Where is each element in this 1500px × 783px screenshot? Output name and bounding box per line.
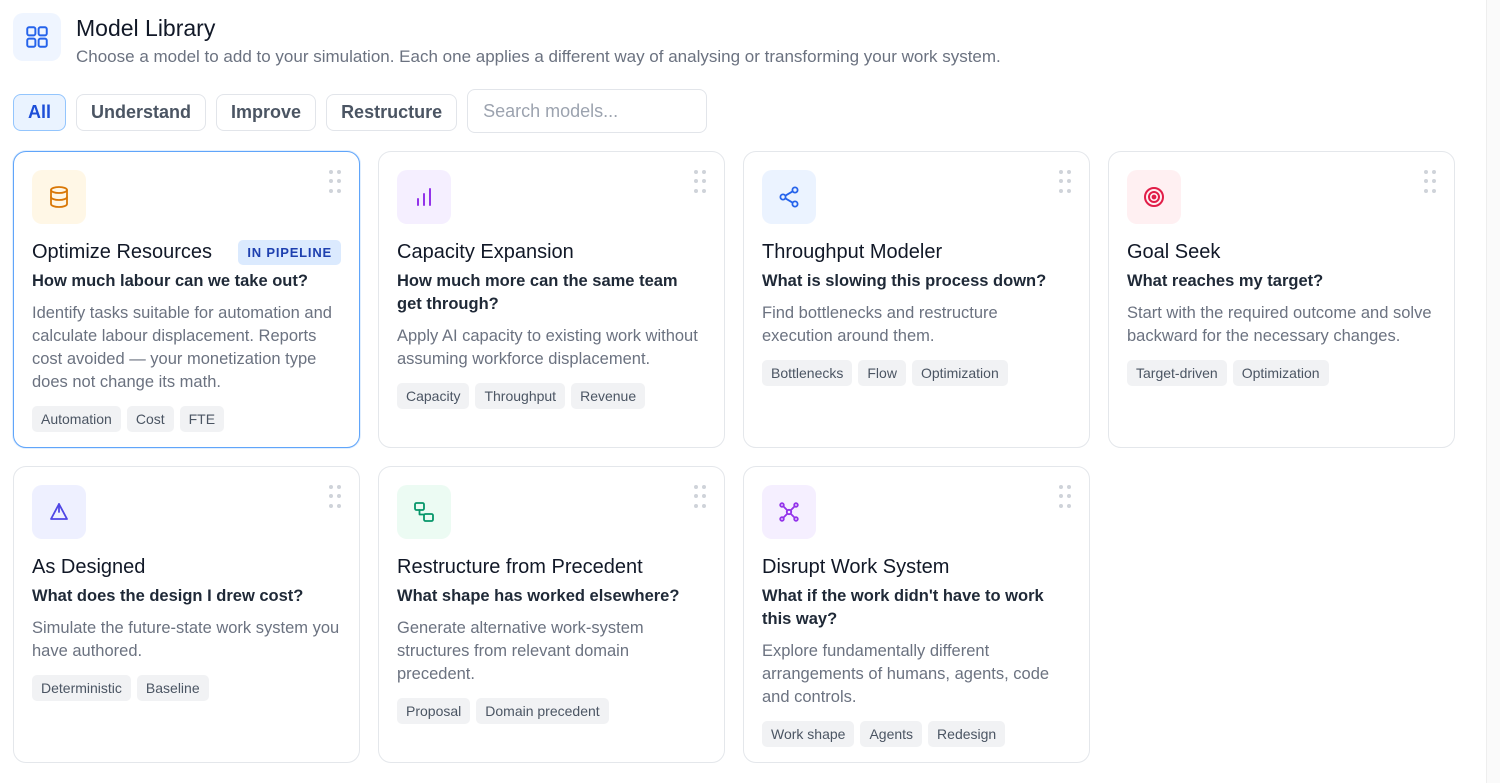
card-title: Restructure from Precedent xyxy=(397,556,643,578)
tag: Redesign xyxy=(928,721,1006,747)
model-grid: Optimize Resources IN PIPELINE How much … xyxy=(13,151,1455,763)
database-icon xyxy=(50,186,68,208)
pen-tool-icon xyxy=(50,503,68,520)
card-tags: Bottlenecks Flow Optimization xyxy=(762,360,1071,392)
tag: Optimization xyxy=(1232,360,1329,386)
card-tags: Work shape Agents Redesign xyxy=(762,721,1071,753)
card-tags: Proposal Domain precedent xyxy=(397,698,706,730)
tag: Baseline xyxy=(136,675,209,701)
bar-chart-icon xyxy=(417,188,431,206)
page-title: Model Library xyxy=(76,15,216,41)
card-tags: Target-driven Optimization xyxy=(1127,360,1436,392)
card-description: Simulate the future-state work system yo… xyxy=(32,619,340,660)
card-title-row: Disrupt Work System xyxy=(762,554,1071,580)
header-text: Model Library Choose a model to add to y… xyxy=(76,13,1001,68)
drag-handle-icon[interactable] xyxy=(694,485,706,509)
card-title-row: As Designed xyxy=(32,554,341,580)
card-description: Explore fundamentally different arrangem… xyxy=(762,642,1050,706)
card-title: As Designed xyxy=(32,556,146,578)
tag: FTE xyxy=(179,406,225,432)
drag-handle-icon[interactable] xyxy=(329,170,341,194)
card-icon-container xyxy=(397,170,451,224)
target-icon xyxy=(1144,187,1164,207)
card-icon-container xyxy=(762,170,816,224)
share-icon xyxy=(779,186,799,208)
tag: Agents xyxy=(860,721,923,747)
card-icon-container xyxy=(1127,170,1181,224)
page-scrollbar[interactable] xyxy=(1486,0,1500,783)
tag: Throughput xyxy=(475,383,566,409)
card-title: Goal Seek xyxy=(1127,241,1221,263)
card-icon-container xyxy=(397,485,451,539)
tag: Capacity xyxy=(397,383,470,409)
card-tags: Automation Cost FTE xyxy=(32,406,341,438)
tag: Flow xyxy=(858,360,906,386)
card-question: What if the work didn't have to work thi… xyxy=(762,587,1044,628)
tag: Domain precedent xyxy=(476,698,609,724)
model-card-goal-seek[interactable]: Goal Seek What reaches my target? Start … xyxy=(1108,151,1455,448)
card-tags: Deterministic Baseline xyxy=(32,675,341,707)
card-title-row: Capacity Expansion xyxy=(397,239,706,265)
workflow-icon xyxy=(414,502,434,522)
tag: Deterministic xyxy=(32,675,131,701)
card-description: Identify tasks suitable for automation a… xyxy=(32,304,332,391)
filter-chip-restructure[interactable]: Restructure xyxy=(326,94,458,131)
model-card-capacity-expansion[interactable]: Capacity Expansion How much more can the… xyxy=(378,151,725,448)
tag: Proposal xyxy=(397,698,471,724)
card-description: Generate alternative work-system structu… xyxy=(397,619,644,683)
model-card-restructure-from-precedent[interactable]: Restructure from Precedent What shape ha… xyxy=(378,466,725,763)
card-title-row: Goal Seek xyxy=(1127,239,1436,265)
card-question: How much more can the same team get thro… xyxy=(397,272,678,313)
model-card-as-designed[interactable]: As Designed What does the design I drew … xyxy=(13,466,360,763)
card-question: What reaches my target? xyxy=(1127,272,1324,290)
tag: Optimization xyxy=(911,360,1008,386)
card-question: What shape has worked elsewhere? xyxy=(397,587,680,605)
model-card-disrupt-work-system[interactable]: Disrupt Work System What if the work did… xyxy=(743,466,1090,763)
card-title: Disrupt Work System xyxy=(762,556,950,578)
card-question: How much labour can we take out? xyxy=(32,272,308,290)
card-icon-container xyxy=(32,170,86,224)
tag: Bottlenecks xyxy=(762,360,853,386)
card-title-row: Restructure from Precedent xyxy=(397,554,706,580)
card-question: What is slowing this process down? xyxy=(762,272,1047,290)
card-description: Apply AI capacity to existing work witho… xyxy=(397,327,698,368)
status-badge: IN PIPELINE xyxy=(238,239,341,265)
drag-handle-icon[interactable] xyxy=(1059,485,1071,509)
filter-bar: All Understand Improve Restructure xyxy=(13,89,708,133)
card-description: Find bottlenecks and restructure executi… xyxy=(762,304,998,345)
tag: Automation xyxy=(32,406,121,432)
card-tags: Capacity Throughput Revenue xyxy=(397,383,706,415)
model-card-throughput-modeler[interactable]: Throughput Modeler What is slowing this … xyxy=(743,151,1090,448)
filter-chip-improve[interactable]: Improve xyxy=(216,94,317,131)
tag: Revenue xyxy=(571,383,646,409)
card-icon-container xyxy=(32,485,86,539)
tag: Cost xyxy=(126,406,174,432)
drag-handle-icon[interactable] xyxy=(1424,170,1436,194)
filter-chip-understand[interactable]: Understand xyxy=(76,94,207,131)
drag-handle-icon[interactable] xyxy=(1059,170,1071,194)
search-input[interactable] xyxy=(467,89,708,133)
grid-icon xyxy=(13,13,61,61)
drag-handle-icon[interactable] xyxy=(694,170,706,194)
page-subtitle: Choose a model to add to your simulation… xyxy=(76,47,1001,66)
filter-chip-all[interactable]: All xyxy=(13,94,67,131)
card-title: Capacity Expansion xyxy=(397,241,574,263)
card-title-row: Optimize Resources IN PIPELINE xyxy=(32,239,341,265)
page-header: Model Library Choose a model to add to y… xyxy=(13,13,1001,68)
card-title-row: Throughput Modeler xyxy=(762,239,1071,265)
card-icon-container xyxy=(762,485,816,539)
drag-handle-icon[interactable] xyxy=(329,485,341,509)
card-question: What does the design I drew cost? xyxy=(32,587,304,605)
card-title: Throughput Modeler xyxy=(762,241,943,263)
card-description: Start with the required outcome and solv… xyxy=(1127,304,1432,345)
card-title: Optimize Resources xyxy=(32,241,213,263)
model-card-optimize-resources[interactable]: Optimize Resources IN PIPELINE How much … xyxy=(13,151,360,448)
tag: Target-driven xyxy=(1127,360,1227,386)
network-icon xyxy=(779,502,799,522)
tag: Work shape xyxy=(762,721,855,747)
